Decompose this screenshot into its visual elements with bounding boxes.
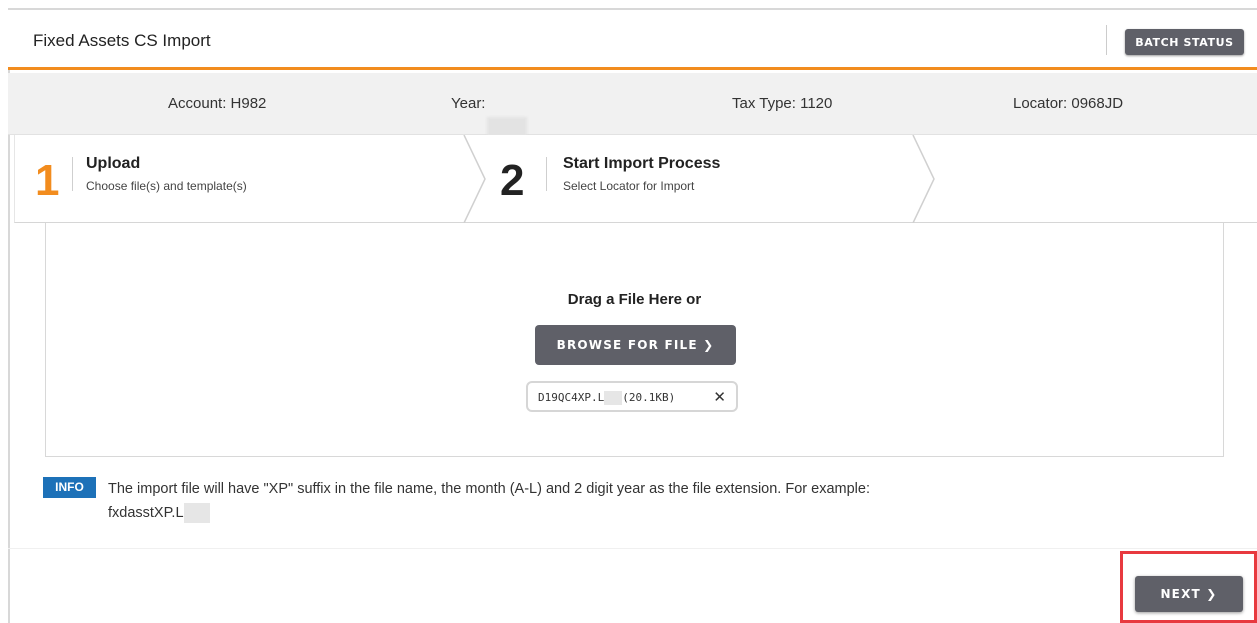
step-1-divider (72, 157, 73, 191)
info-badge: INFO (43, 477, 96, 498)
file-extension-redacted (604, 391, 623, 405)
batch-status-button[interactable]: BATCH STATUS (1125, 29, 1244, 55)
step-1-subtitle: Choose file(s) and template(s) (86, 179, 247, 193)
file-drop-zone[interactable]: Drag a File Here or BROWSE FOR FILE ❯ D1… (45, 223, 1224, 457)
next-button[interactable]: NEXT ❯ (1135, 576, 1243, 612)
step-1-number: 1 (35, 156, 60, 205)
locator-label: Locator: 0968JD (1013, 95, 1124, 112)
remove-file-icon[interactable]: ✕ (713, 388, 726, 406)
year-label: Year: (451, 95, 486, 112)
footer-separator (8, 548, 1257, 549)
drag-prompt: Drag a File Here or (567, 291, 702, 308)
step-1-title: Upload (86, 155, 141, 172)
panel-header: Fixed Assets CS Import BATCH STATUS (8, 10, 1257, 70)
step-2-divider (546, 157, 547, 191)
step-2-number: 2 (500, 156, 525, 205)
header-divider (1106, 25, 1107, 55)
wizard-steps: 1 Upload Choose file(s) and template(s) … (14, 135, 1257, 223)
year-field: Year: (451, 95, 528, 139)
page-left-margin (0, 0, 8, 623)
account-label: Account: H982 (168, 95, 267, 112)
info-example: fxdasstXP.L (108, 505, 184, 521)
tax-type-label: Tax Type: 1120 (732, 95, 833, 112)
file-size: (20.1KB) (622, 391, 676, 404)
selected-file-chip: D19QC4XP.L (20.1KB) ✕ (526, 381, 738, 412)
return-info-bar: Account: H982 Year: Tax Type: 1120 Locat… (8, 73, 1257, 139)
page-title: Fixed Assets CS Import (33, 31, 211, 50)
step-2-title: Start Import Process (563, 155, 721, 172)
step-2-subtitle: Select Locator for Import (563, 179, 695, 193)
browse-for-file-button[interactable]: BROWSE FOR FILE ❯ (535, 325, 736, 365)
info-message: The import file will have "XP" suffix in… (108, 477, 1108, 525)
info-example-redacted (183, 503, 210, 524)
file-name: D19QC4XP.L (538, 391, 605, 404)
file-name-group: D19QC4XP.L (20.1KB) (538, 391, 675, 405)
info-message-text: The import file will have "XP" suffix in… (108, 481, 870, 497)
